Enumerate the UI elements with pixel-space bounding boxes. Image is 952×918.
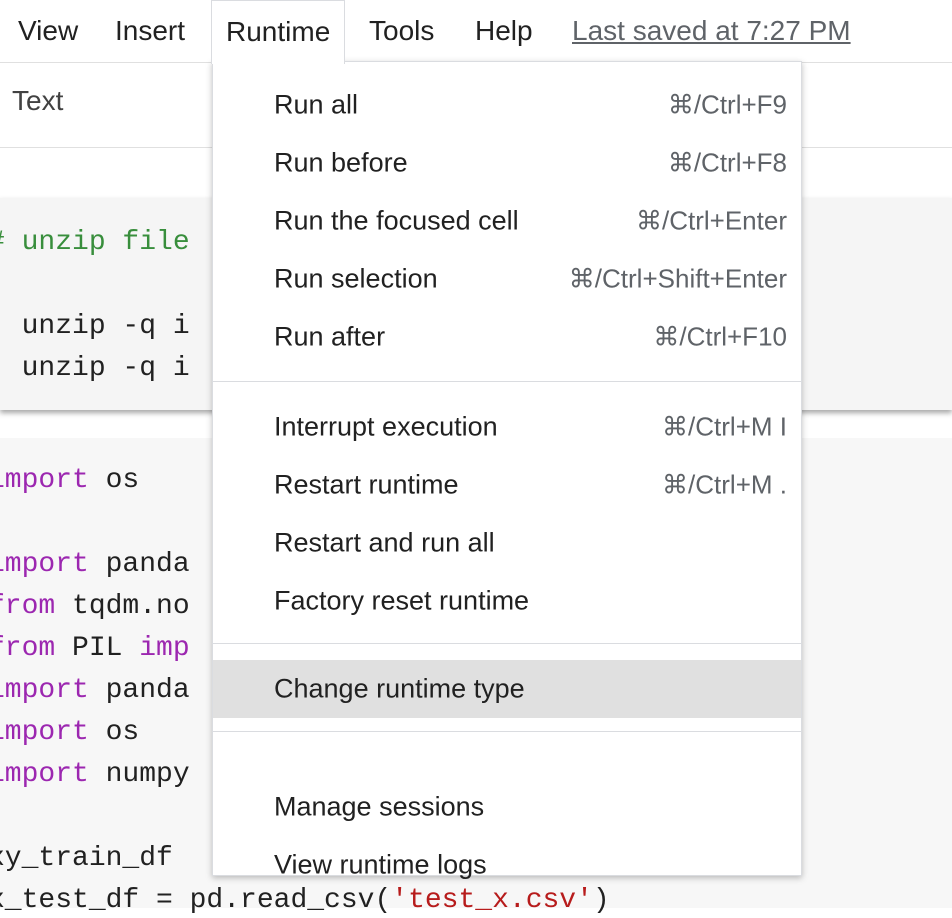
code-token: import [0, 549, 89, 580]
menu-bar: View Insert Runtime Tools Help Last save… [0, 0, 952, 64]
menu-divider [213, 643, 801, 644]
code-token: PIL [55, 633, 140, 664]
menu-item-restart-and-run-all[interactable]: Restart and run all [213, 514, 801, 572]
code-line: import panda [0, 674, 190, 708]
code-token: tqdm.no [55, 591, 190, 622]
runtime-menu: Run all ⌘/Ctrl+F9 Run before ⌘/Ctrl+F8 Run t… [212, 61, 802, 880]
menu-item-label: Run the focused cell [274, 205, 519, 236]
code-token: import [0, 675, 89, 706]
menu-item-shortcut: ⌘/Ctrl+Shift+Enter [568, 263, 787, 294]
menu-divider [213, 731, 801, 732]
menu-item-label: Run after [274, 321, 386, 352]
menu-item-change-runtime-type[interactable]: Change runtime type [213, 660, 801, 718]
code-line: import os [0, 716, 139, 750]
code-token: ! unzip -q i [0, 311, 190, 342]
menu-item-label: Run all [274, 89, 359, 120]
last-saved-link[interactable]: Last saved at 7:27 PM [572, 0, 851, 62]
menu-item-label: View runtime logs [274, 849, 487, 880]
code-line: import os [0, 464, 139, 498]
menu-insert[interactable]: Insert [115, 0, 185, 62]
menu-divider [213, 381, 801, 382]
menu-item-run-after[interactable]: Run after ⌘/Ctrl+F10 [213, 308, 801, 366]
menu-item-label: Restart and run all [274, 527, 495, 558]
menu-item-interrupt-execution[interactable]: Interrupt execution ⌘/Ctrl+M I [213, 398, 801, 456]
menu-runtime[interactable]: Runtime [211, 0, 346, 64]
code-token: import [0, 717, 89, 748]
code-token: # unzip file [0, 227, 190, 258]
menu-item-run-before[interactable]: Run before ⌘/Ctrl+F8 [213, 134, 801, 192]
menu-item-label: Run selection [274, 263, 438, 294]
menu-item-run-the-focused-cell[interactable]: Run the focused cell ⌘/Ctrl+Enter [213, 192, 801, 250]
menu-item-shortcut: ⌘/Ctrl+M I [662, 411, 787, 442]
menu-item-label: Restart runtime [274, 469, 459, 500]
code-token: os [88, 717, 140, 748]
menu-view[interactable]: View [18, 0, 78, 62]
code-token: imp [139, 633, 190, 664]
menu-item-shortcut: ⌘/Ctrl+F9 [667, 89, 787, 120]
menu-item-label: Interrupt execution [274, 411, 498, 442]
menu-item-shortcut: ⌘/Ctrl+M . [662, 469, 787, 500]
code-token: import [0, 759, 89, 790]
code-line: from PIL imp [0, 632, 190, 666]
code-line: import numpy [0, 758, 190, 792]
code-token: xy_train_df [0, 843, 173, 874]
menu-item-label: Change runtime type [274, 673, 525, 704]
code-line: ! unzip -q i [0, 352, 190, 386]
menu-item-run-selection[interactable]: Run selection ⌘/Ctrl+Shift+Enter [213, 250, 801, 308]
menu-item-label: Factory reset runtime [274, 585, 530, 616]
code-token: panda [88, 675, 190, 706]
code-line: from tqdm.no [0, 590, 190, 624]
code-token: import [0, 465, 89, 496]
code-line: import panda [0, 548, 190, 582]
code-token: panda [88, 549, 190, 580]
menu-tools[interactable]: Tools [369, 0, 434, 62]
menu-item-shortcut: ⌘/Ctrl+Enter [636, 205, 787, 236]
menu-item-factory-reset-runtime[interactable]: Factory reset runtime [213, 572, 801, 630]
code-token: numpy [88, 759, 190, 790]
code-line: xy_train_df [0, 842, 173, 876]
code-line: ! unzip -q i [0, 310, 190, 344]
code-token: os [88, 465, 140, 496]
code-line: # unzip file [0, 226, 190, 260]
code-token: from [0, 633, 56, 664]
menu-item-restart-runtime[interactable]: Restart runtime ⌘/Ctrl+M . [213, 456, 801, 514]
code-token: ! unzip -q i [0, 353, 190, 384]
menu-item-run-all[interactable]: Run all ⌘/Ctrl+F9 [213, 76, 801, 134]
menu-item-label: Run before [274, 147, 408, 178]
menu-help[interactable]: Help [475, 0, 533, 62]
code-token: from [0, 591, 56, 622]
menu-item-view-runtime-logs[interactable]: View runtime logs [213, 836, 801, 894]
menu-item-shortcut: ⌘/Ctrl+F10 [653, 321, 787, 352]
add-text-cell-button[interactable]: Text [12, 85, 63, 117]
menu-item-shortcut: ⌘/Ctrl+F8 [667, 147, 787, 178]
menu-item-manage-sessions[interactable]: Manage sessions [213, 778, 801, 836]
menu-item-label: Manage sessions [274, 791, 485, 822]
